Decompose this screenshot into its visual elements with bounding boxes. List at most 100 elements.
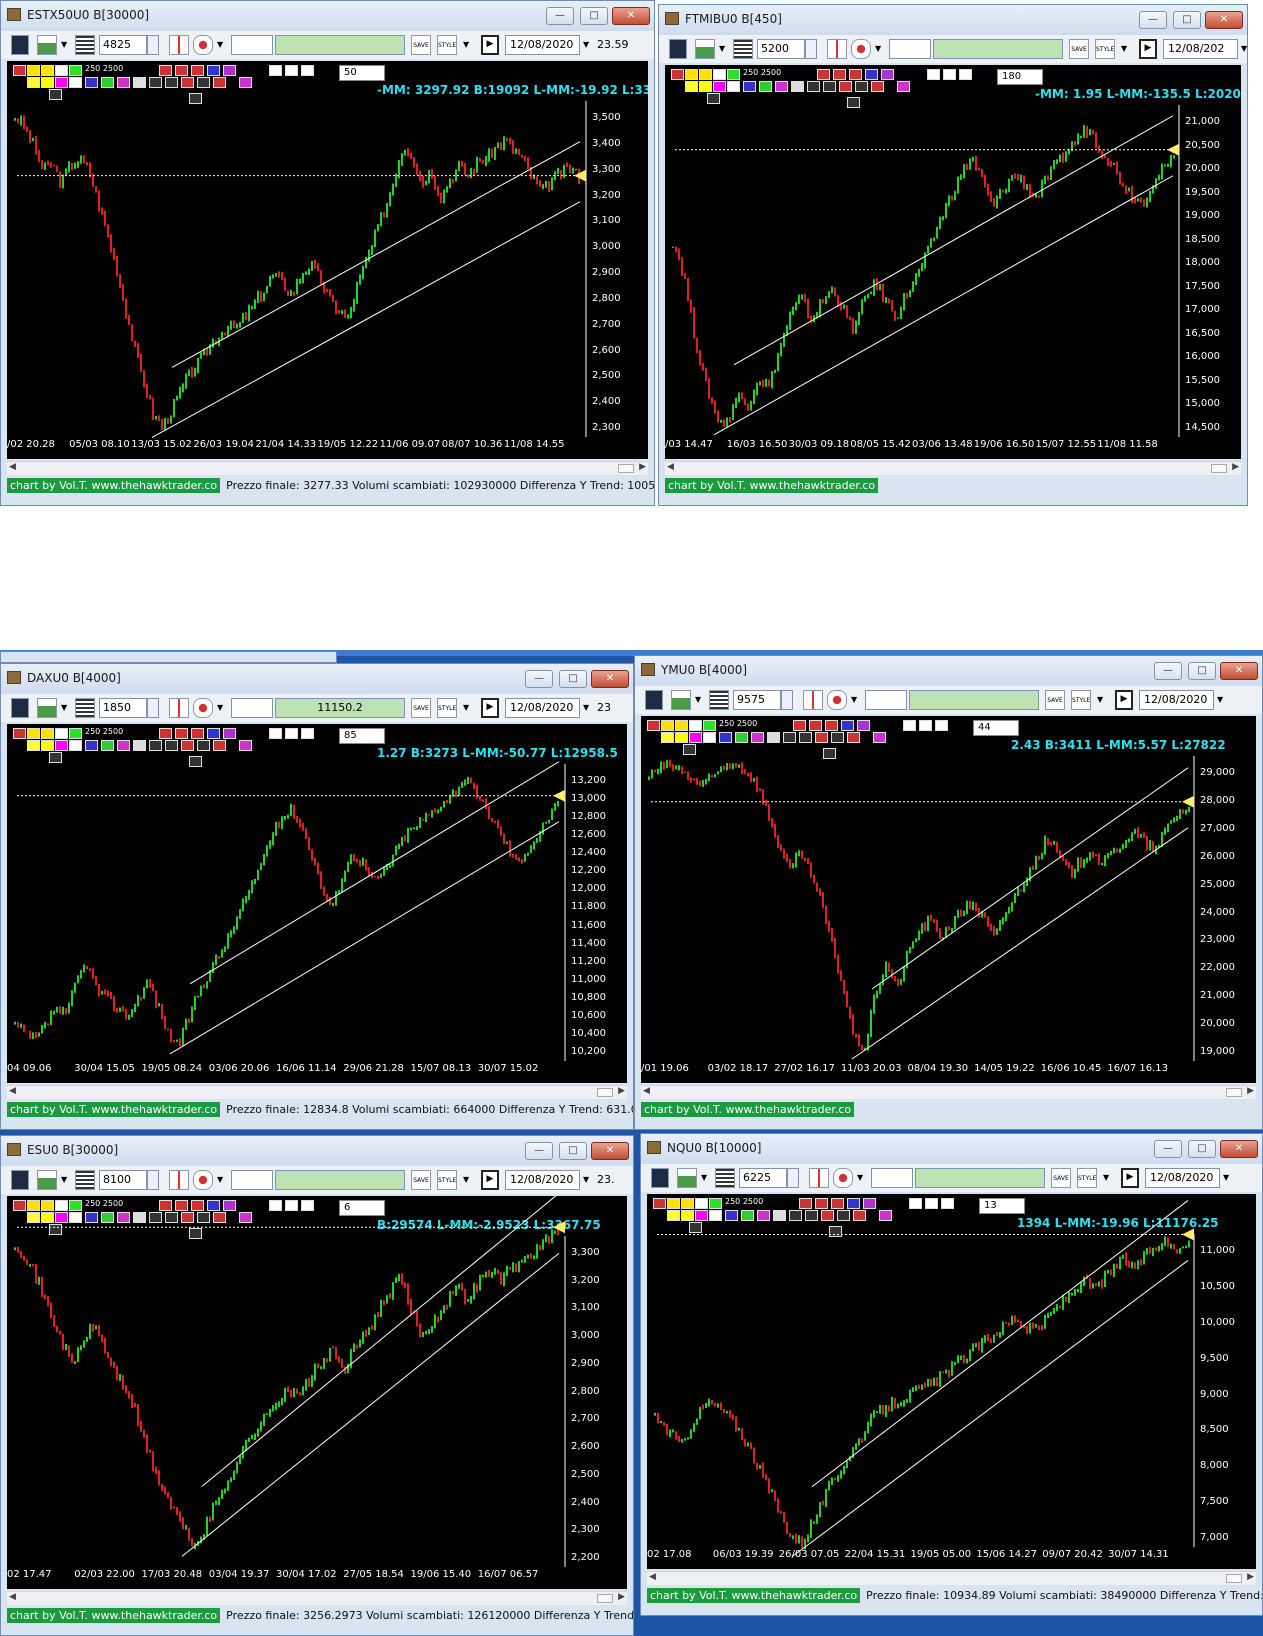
color-swatch[interactable] xyxy=(55,1212,68,1223)
indicator-toggle[interactable] xyxy=(855,81,868,92)
bars-count-input[interactable]: 5200 xyxy=(757,39,805,59)
bars-count-input[interactable]: 4825 xyxy=(99,35,147,55)
indicator-toggle[interactable] xyxy=(823,81,836,92)
vsi-button[interactable] xyxy=(841,720,854,731)
overlay-input[interactable]: 13 xyxy=(979,1198,1025,1214)
ev1-button[interactable] xyxy=(269,1200,282,1211)
overlay-input[interactable]: 85 xyxy=(339,728,385,744)
indicator-toggle[interactable] xyxy=(821,1210,834,1221)
color-swatch[interactable] xyxy=(55,1200,68,1211)
vsi-button[interactable] xyxy=(207,728,220,739)
scroll-left-arrow[interactable]: ◀ xyxy=(9,1086,16,1096)
color-swatch[interactable] xyxy=(55,65,68,76)
chart-area[interactable]: 250 2500 180 -MM: 1.95 L-MM:-135.5 L:20205… xyxy=(665,65,1241,459)
indicator-toggle[interactable] xyxy=(759,81,772,92)
bars-count-input[interactable]: 8100 xyxy=(99,1170,147,1190)
acc-button[interactable] xyxy=(863,1198,876,1209)
chart-area[interactable]: 250 2500 85 1.27 B:3273 L-MM:-50.77 L:1295… xyxy=(7,724,627,1083)
title-bar[interactable]: NQU0 B[10000] — □ ✕ xyxy=(641,1134,1262,1164)
bars-count-input[interactable]: 6225 xyxy=(739,1168,787,1188)
sp-button[interactable] xyxy=(49,752,62,763)
bs-button[interactable] xyxy=(849,69,862,80)
ev2-button[interactable] xyxy=(873,732,886,743)
color-swatch[interactable] xyxy=(699,69,712,80)
close-icon[interactable] xyxy=(301,728,314,739)
bars-icon[interactable] xyxy=(285,728,298,739)
overlay-input[interactable]: 6 xyxy=(339,1200,385,1216)
chart-type-dropdown[interactable]: ▼ xyxy=(695,690,705,710)
bars-icon[interactable] xyxy=(919,720,932,731)
color-swatch[interactable] xyxy=(41,65,54,76)
color-swatch[interactable] xyxy=(55,728,68,739)
date-field[interactable]: 12/08/2020 xyxy=(505,1170,580,1190)
color-swatch[interactable] xyxy=(41,1200,54,1211)
ev1-button[interactable] xyxy=(927,69,940,80)
minimize-button[interactable]: — xyxy=(1139,11,1167,29)
save-icon[interactable] xyxy=(645,690,663,710)
color-swatch[interactable] xyxy=(661,732,674,743)
sound-dropdown[interactable]: ▼ xyxy=(857,1168,867,1188)
pen-icon[interactable] xyxy=(13,1200,26,1211)
scroll-right-arrow[interactable]: ▶ xyxy=(1247,1086,1254,1096)
symbol-input[interactable] xyxy=(871,1168,913,1188)
overlay-input[interactable]: 44 xyxy=(973,720,1019,736)
scroll-thumb[interactable] xyxy=(1211,464,1227,473)
play-button[interactable]: ▶ xyxy=(1121,1168,1139,1188)
indicator-toggle[interactable] xyxy=(181,1212,194,1223)
indicator-toggle[interactable] xyxy=(101,740,114,751)
indicator-toggle[interactable] xyxy=(101,1212,114,1223)
color-swatch[interactable] xyxy=(27,77,40,88)
color-swatch[interactable] xyxy=(667,1198,680,1209)
indicator-toggle[interactable] xyxy=(789,1210,802,1221)
indicator-toggle[interactable] xyxy=(85,740,98,751)
date-field[interactable]: 12/08/2020 xyxy=(505,698,580,718)
indicator-toggle[interactable] xyxy=(741,1210,754,1221)
color-swatch[interactable] xyxy=(55,77,68,88)
indicator-toggle[interactable] xyxy=(133,77,146,88)
title-bar[interactable]: ESTX50U0 B[30000] — □ ✕ xyxy=(1,1,654,31)
indicator-toggle[interactable] xyxy=(197,1212,210,1223)
pen-icon[interactable] xyxy=(647,720,660,731)
hr-button[interactable] xyxy=(189,1228,202,1239)
indicator-toggle[interactable] xyxy=(117,77,130,88)
close-button[interactable]: ✕ xyxy=(1205,11,1243,29)
color-swatch[interactable] xyxy=(695,1198,708,1209)
maximize-button[interactable]: □ xyxy=(559,670,587,688)
hr-button[interactable] xyxy=(189,756,202,767)
color-swatch[interactable] xyxy=(727,69,740,80)
play-button[interactable]: ▶ xyxy=(481,1170,499,1190)
indicator-toggle[interactable] xyxy=(767,732,780,743)
symbol-input[interactable] xyxy=(231,1170,273,1190)
calendar-icon[interactable] xyxy=(75,35,95,55)
chart-window-ym[interactable]: YMU0 B[4000] — □ ✕ ▼ 9575 ▼ SAVE STYLE ▼ ▶ 12/08/20… xyxy=(634,655,1263,1130)
ev1-button[interactable] xyxy=(269,65,282,76)
ev2-button[interactable] xyxy=(897,81,910,92)
date-field[interactable]: 12/08/2020 xyxy=(505,35,580,55)
style-dropdown[interactable]: ▼ xyxy=(463,35,473,55)
style-button[interactable]: STYLE xyxy=(437,698,457,718)
pen-icon[interactable] xyxy=(13,65,26,76)
sound-icon[interactable] xyxy=(827,690,847,710)
sound-icon[interactable] xyxy=(851,39,871,59)
color-swatch[interactable] xyxy=(689,720,702,731)
sound-icon[interactable] xyxy=(193,698,213,718)
color-swatch[interactable] xyxy=(69,1200,82,1211)
os-button[interactable] xyxy=(799,1198,812,1209)
color-swatch[interactable] xyxy=(661,720,674,731)
save-icon[interactable] xyxy=(669,39,687,59)
style-button[interactable]: STYLE xyxy=(1071,690,1091,710)
scroll-left-arrow[interactable]: ◀ xyxy=(649,1572,656,1582)
indicator-toggle[interactable] xyxy=(743,81,756,92)
chart-type-icon[interactable] xyxy=(37,698,57,718)
indicator-toggle[interactable] xyxy=(213,740,226,751)
close-button[interactable]: ✕ xyxy=(591,1142,629,1160)
color-swatch[interactable] xyxy=(27,740,40,751)
style-button[interactable]: STYLE xyxy=(1095,39,1115,59)
color-swatch[interactable] xyxy=(713,81,726,92)
indicator-toggle[interactable] xyxy=(85,77,98,88)
save-template-button[interactable]: SAVE xyxy=(1069,39,1089,59)
chart-type-icon[interactable] xyxy=(695,39,715,59)
scroll-left-arrow[interactable]: ◀ xyxy=(667,462,674,472)
play-button[interactable]: ▶ xyxy=(481,35,499,55)
indicator-toggle[interactable] xyxy=(197,77,210,88)
